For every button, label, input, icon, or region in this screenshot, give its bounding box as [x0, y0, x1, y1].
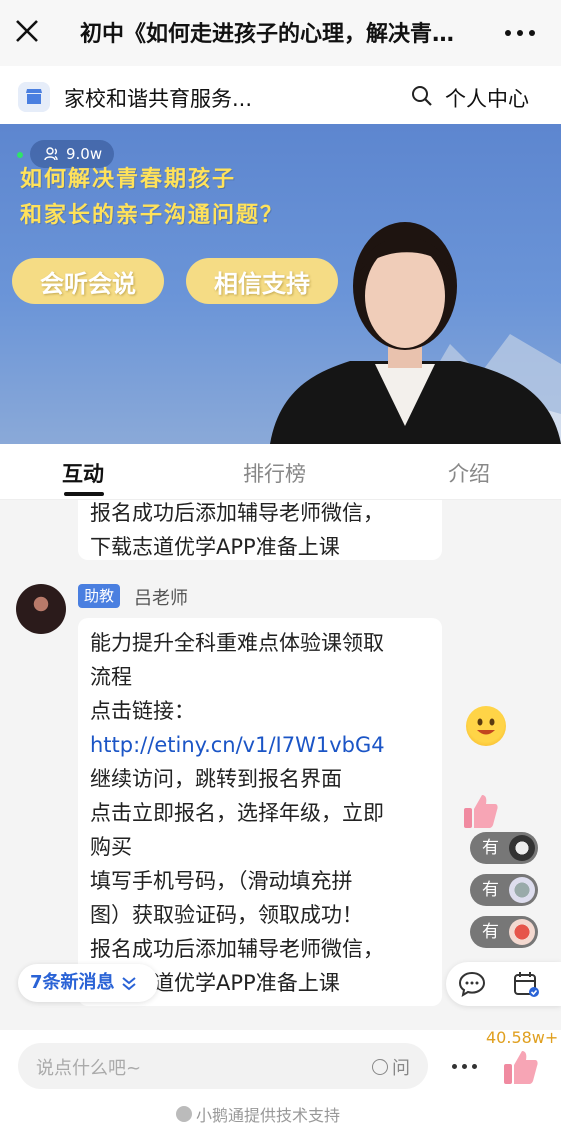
bottom-bar: 说点什么吧~ 问 40.58w+ 小鹅通提供技术支持: [0, 1028, 561, 1125]
provider-logo-icon: [176, 1106, 192, 1122]
presence-bubble: 有: [470, 916, 538, 948]
headline-line-1: 如何解决青春期孩子: [20, 167, 237, 192]
ask-question-toggle[interactable]: 问: [372, 1054, 410, 1080]
page-title: 初中《如何走进孩子的心理，解决青春期孩子和家长的亲子沟通问题》: [80, 22, 476, 47]
more-actions-icon[interactable]: [452, 1064, 477, 1069]
search-icon[interactable]: [410, 84, 434, 108]
message-line: 点击立即报名，选择年级，立即: [90, 801, 384, 825]
thumbs-up-icon: [464, 795, 498, 828]
message-line: 购买: [90, 835, 132, 859]
presence-label: 有: [482, 838, 499, 858]
like-count: 40.58w+: [486, 1028, 559, 1047]
more-options-icon[interactable]: [505, 30, 535, 36]
tab-introduction[interactable]: 介绍: [448, 458, 490, 488]
message-line: 图）获取验证码，领取成功！: [90, 903, 363, 927]
side-actions: [446, 962, 561, 1006]
smile-emoji-icon: [466, 706, 506, 746]
presence-bubble: 有: [470, 832, 538, 864]
viewers-icon: [44, 147, 58, 161]
assistant-badge: 助教: [78, 584, 121, 608]
store-icon[interactable]: [18, 82, 50, 112]
sender-name: 吕老师: [134, 588, 188, 609]
live-indicator: [17, 152, 23, 158]
chat-stream[interactable]: 报名成功后添加辅导老师微信， 下载志道优学APP准备上课 助教 吕老师 能力提升…: [0, 500, 561, 1030]
message-line: 点击链接：: [90, 699, 195, 723]
avatar: [509, 835, 535, 861]
avatar: [509, 877, 535, 903]
shop-bar: 家校和谐共育服务... 个人中心: [0, 70, 561, 124]
like-button-icon[interactable]: [502, 1048, 538, 1086]
live-video-player[interactable]: 9.0w 如何解决青春期孩子 和家长的亲子沟通问题？ 会听会说 相信支持: [0, 124, 561, 444]
ask-label: 问: [392, 1058, 410, 1079]
message-line: 继续访问，跳转到报名界面: [90, 767, 342, 791]
comment-placeholder: 说点什么吧~: [36, 1058, 142, 1079]
message-line: 流程: [90, 665, 132, 689]
new-messages-button[interactable]: 7条新消息: [18, 964, 158, 1002]
presence-label: 有: [482, 922, 499, 942]
shop-name[interactable]: 家校和谐共育服务...: [64, 83, 252, 113]
message-line: 填写手机号码，（滑动填充拼: [90, 869, 353, 893]
double-chevron-down-icon: [122, 977, 136, 991]
message-line: 报名成功后添加辅导老师微信，: [90, 501, 384, 525]
comment-icon[interactable]: [458, 970, 486, 998]
tab-ranking[interactable]: 排行榜: [243, 458, 306, 488]
close-icon[interactable]: [12, 16, 42, 46]
comment-input[interactable]: 说点什么吧~ 问: [18, 1043, 428, 1089]
avatar[interactable]: [16, 584, 66, 634]
signup-link[interactable]: http://etiny.cn/v1/I7W1vbG4: [90, 728, 430, 762]
message-line: 能力提升全科重难点体验课领取: [90, 631, 384, 655]
presence-bubble: 有: [470, 874, 538, 906]
headline-line-2: 和家长的亲子沟通问题？: [20, 203, 285, 228]
tech-support-note: 小鹅通提供技术支持: [176, 1102, 340, 1126]
title-bar: 初中《如何走进孩子的心理，解决青春期孩子和家长的亲子沟通问题》: [0, 0, 561, 66]
message-line: 报名成功后添加辅导老师微信，: [90, 937, 384, 961]
radio-icon: [372, 1059, 388, 1075]
calendar-check-icon[interactable]: [512, 970, 540, 998]
personal-center-link[interactable]: 个人中心: [445, 83, 529, 113]
viewer-count-value: 9.0w: [66, 145, 103, 163]
chat-message-previous: 报名成功后添加辅导老师微信， 下载志道优学APP准备上课: [78, 500, 442, 560]
active-tab-indicator: [64, 492, 104, 496]
presenter-image: [270, 222, 561, 444]
video-headline: 如何解决青春期孩子 和家长的亲子沟通问题？: [20, 162, 284, 234]
tag-listen-speak: 会听会说: [12, 258, 164, 304]
message-line: 下载志道优学APP准备上课: [90, 535, 340, 559]
tab-interaction[interactable]: 互动: [62, 458, 104, 488]
chat-message: 能力提升全科重难点体验课领取 流程 点击链接： http://etiny.cn/…: [78, 618, 442, 1006]
avatar: [509, 919, 535, 945]
tab-bar: 互动 排行榜 介绍: [0, 444, 561, 500]
new-messages-label: 7条新消息: [30, 972, 115, 993]
tech-support-label: 小鹅通提供技术支持: [196, 1106, 341, 1125]
presence-label: 有: [482, 880, 499, 900]
